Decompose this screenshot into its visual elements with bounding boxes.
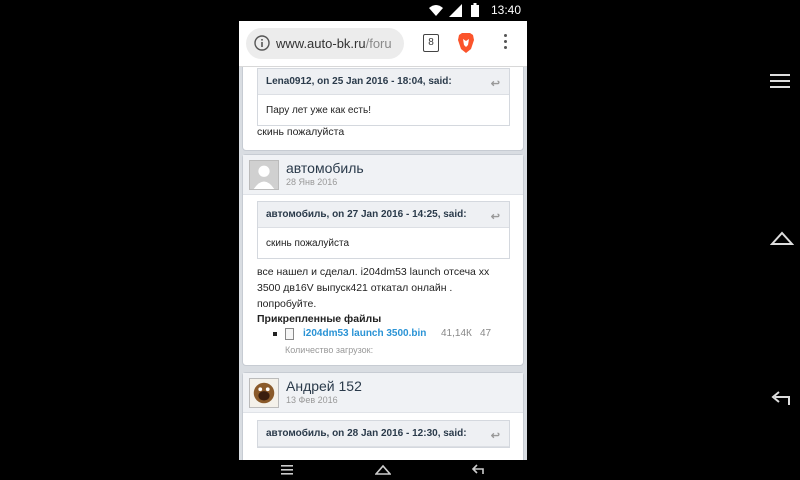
post-text: все нашел и сделал. i204dm53 launch отсе… — [257, 264, 512, 312]
forum-post: автомобиль 28 Янв 2016 автомобиль, on 27… — [242, 154, 524, 366]
avatar[interactable] — [249, 378, 279, 408]
post-header: Андрей 152 13 Фев 2016 — [243, 373, 523, 413]
quote-link-icon[interactable]: ↩ — [491, 77, 500, 90]
back-icon[interactable] — [471, 464, 485, 475]
attachment-download-count: 47 — [480, 328, 492, 339]
tab-switcher-button[interactable]: 8 — [423, 34, 439, 52]
quote-block: автомобиль, on 27 Jan 2016 - 14:25, said… — [257, 201, 510, 259]
forum-post: Lena0912, on 25 Jan 2016 - 18:04, said: … — [242, 67, 524, 151]
post-author[interactable]: Андрей 152 — [286, 378, 362, 394]
battery-icon — [471, 3, 479, 17]
home-icon[interactable] — [375, 464, 391, 475]
post-header: автомобиль 28 Янв 2016 — [243, 155, 523, 195]
brave-lion-icon[interactable] — [457, 32, 475, 54]
url-domain: www.auto-bk.ru — [276, 36, 366, 51]
attachments-title: Прикрепленные файлы — [257, 313, 382, 325]
post-text: скинь пожалуйста — [257, 126, 345, 138]
post-author[interactable]: автомобиль — [286, 160, 364, 176]
browser-toolbar: www.auto-bk.ru/foru 8 — [239, 21, 527, 67]
attachment-size: 41,14К — [441, 328, 472, 339]
url-text: www.auto-bk.ru/foru — [276, 36, 392, 51]
clock: 13:40 — [490, 3, 521, 17]
quote-author-line: автомобиль, on 28 Jan 2016 - 12:30, said… — [266, 428, 467, 439]
avatar[interactable] — [249, 160, 279, 190]
forum-post: Андрей 152 13 Фев 2016 автомобиль, on 28… — [242, 372, 524, 460]
quote-text: Пару лет уже как есть! — [266, 105, 371, 116]
quote-block: автомобиль, on 28 Jan 2016 - 12:30, said… — [257, 420, 510, 448]
attachment-item: i204dm53 launch 3500.bin 41,14К 47 — [273, 328, 513, 342]
more-vert-icon[interactable] — [497, 32, 513, 54]
forum-content: Lena0912, on 25 Jan 2016 - 18:04, said: … — [239, 67, 527, 460]
recents-icon[interactable] — [770, 73, 790, 89]
bullet — [273, 332, 277, 336]
post-date: 28 Янв 2016 — [286, 177, 338, 187]
quote-header: Lena0912, on 25 Jan 2016 - 18:04, said: … — [258, 69, 509, 95]
quote-author-line: Lena0912, on 25 Jan 2016 - 18:04, said: — [266, 76, 452, 87]
quote-block: Lena0912, on 25 Jan 2016 - 18:04, said: … — [257, 68, 510, 126]
post-text-line: все нашел и сделал. i204dm53 launch отсе… — [257, 266, 490, 278]
attachment-link[interactable]: i204dm53 launch 3500.bin — [303, 328, 426, 339]
wifi-icon — [429, 5, 443, 16]
url-path: /foru — [365, 36, 392, 51]
post-text-line: 3500 дв16V выпуск421 откатал онлайн . — [257, 282, 453, 294]
quote-header: автомобиль, on 28 Jan 2016 - 12:30, said… — [258, 421, 509, 447]
address-bar[interactable]: www.auto-bk.ru/foru — [246, 28, 404, 59]
file-icon — [285, 328, 294, 340]
phone-screen: 13:40 www.auto-bk.ru/foru 8 Lena0912, on… — [239, 0, 527, 480]
status-bar: 13:40 — [239, 0, 527, 21]
info-icon[interactable] — [254, 35, 270, 51]
quote-link-icon[interactable]: ↩ — [491, 429, 500, 442]
download-count-label: Количество загрузок: — [285, 345, 374, 355]
post-date: 13 Фев 2016 — [286, 395, 338, 405]
quote-header: автомобиль, on 27 Jan 2016 - 14:25, said… — [258, 202, 509, 228]
quote-link-icon[interactable]: ↩ — [491, 210, 500, 223]
post-text-line: попробуйте. — [257, 298, 317, 310]
signal-icon — [449, 4, 462, 17]
phone-nav-bar — [239, 460, 527, 480]
back-icon[interactable] — [770, 390, 792, 407]
quote-text: скинь пожалуйста — [266, 238, 350, 249]
home-icon[interactable] — [770, 230, 794, 246]
recents-icon[interactable] — [281, 465, 293, 475]
quote-author-line: автомобиль, on 27 Jan 2016 - 14:25, said… — [266, 209, 467, 220]
